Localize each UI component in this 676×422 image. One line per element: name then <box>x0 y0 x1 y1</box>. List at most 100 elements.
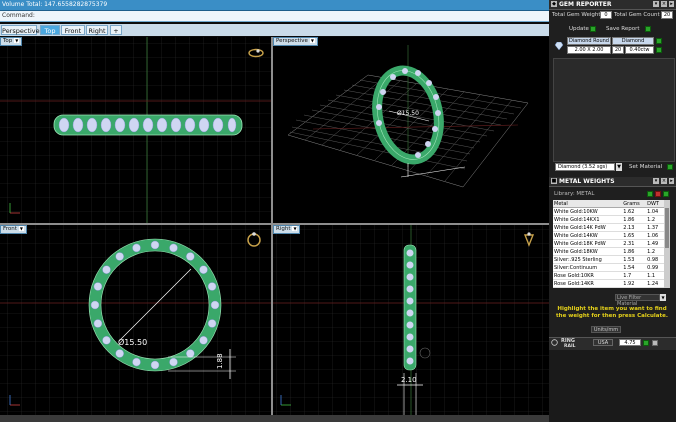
library-label: Library: METAL <box>554 191 595 197</box>
grams-cell: 1.92 <box>622 279 647 288</box>
gem-header-button[interactable] <box>656 38 662 44</box>
col-grams[interactable]: Grams <box>622 200 647 208</box>
metal-weights-table[interactable]: Metal Grams DWT White Gold:10KW 1.62 1.04 W… <box>553 200 664 288</box>
dwt-cell: 1.46 <box>646 287 664 288</box>
metal-weights-title: METAL WEIGHTS <box>559 178 615 185</box>
grams-cell: 1.7 <box>622 271 647 280</box>
chevron-down-icon[interactable]: ▼ <box>616 163 622 171</box>
table-row[interactable]: White Gold:18K PdW 2.31 1.49 <box>553 239 664 248</box>
right-viewport-canvas: 2.10 <box>273 225 549 415</box>
library-add-button[interactable] <box>647 191 653 197</box>
diamond-gem-icon <box>554 41 564 51</box>
col-metal[interactable]: Metal <box>553 200 623 208</box>
table-row[interactable]: Silver:Continuum 1.54 0.99 <box>553 263 664 272</box>
gem-icon: ◆ <box>551 1 557 7</box>
grams-cell: 1.53 <box>622 255 647 264</box>
top-viewport[interactable]: Top ▼ <box>0 37 271 223</box>
total-gem-count-field[interactable]: 20 <box>661 11 673 19</box>
ring-size-apply-button[interactable] <box>643 340 649 346</box>
metal-table-scrollbar[interactable] <box>664 200 670 288</box>
ring-perspective-view: Ø15.50 <box>372 65 466 178</box>
tab-add[interactable]: + <box>110 25 122 35</box>
dwt-cell: 1.1 <box>646 271 664 280</box>
metal-name-cell: Rose Gold:10KR <box>553 271 623 280</box>
viewport-tab-bar: Perspective Top Front Right + <box>0 24 549 36</box>
ring-size-more-button[interactable] <box>652 340 658 346</box>
table-row[interactable]: White Gold:10KW 1.62 1.04 <box>553 207 664 216</box>
tab-front[interactable]: Front <box>61 25 85 35</box>
save-report-label: Save Report <box>606 26 640 32</box>
rail-label: RAIL <box>564 344 576 349</box>
table-row[interactable]: Silver:.925 Sterling 1.53 0.98 <box>553 255 664 264</box>
command-line[interactable]: Command: <box>0 11 549 22</box>
material-filter-select[interactable]: Live Filter Material <box>615 294 660 307</box>
table-row[interactable]: White Gold:14KX1 1.86 1.2 <box>553 215 664 224</box>
region-select[interactable]: USA <box>593 339 613 346</box>
metal-name-cell: Silver:Continuum <box>553 263 623 272</box>
set-material-button[interactable] <box>667 164 673 170</box>
gem-count-cell: 20 <box>612 46 624 54</box>
close-icon[interactable]: × <box>661 1 667 7</box>
tab-right[interactable]: Right <box>86 25 108 35</box>
grams-cell: 1.86 <box>622 247 647 256</box>
top-viewport-canvas <box>0 37 271 223</box>
metal-name-cell: White Gold:10KW <box>553 207 623 216</box>
right-panel: ◆ GEM REPORTER ▾ × ▸ Total Gem Weight 0 … <box>549 0 676 422</box>
library-edit-button[interactable] <box>663 191 669 197</box>
ring-size-field[interactable]: 4.75 <box>619 339 641 346</box>
table-row[interactable]: Rose Gold:14KR 1.92 1.24 <box>553 279 664 288</box>
gem-size-cell: 2.00 X 2.00 <box>567 46 611 54</box>
units-select[interactable]: Units/mm <box>591 326 621 333</box>
table-row[interactable]: White Gold:18KW 1.86 1.2 <box>553 247 664 256</box>
metal-name-cell: Silver:.925 Sterling <box>553 255 623 264</box>
table-row[interactable]: Rose Gold:18KR2.281.46 <box>553 287 664 288</box>
metal-icon: ■ <box>551 178 557 184</box>
chevron-down-icon[interactable]: ▼ <box>292 226 298 231</box>
perspective-viewport[interactable]: Perspective ▼ Ø15.50 <box>273 37 549 223</box>
grams-cell: 2.31 <box>622 239 647 248</box>
close-icon[interactable]: × <box>661 178 667 184</box>
viewport-area: Top ▼ Perspective ▼ Ø15.50 Front ▼ Ø15.5… <box>0 37 549 415</box>
right-viewport[interactable]: Right ▼ 2.10 <box>273 225 549 415</box>
pin-icon[interactable]: ▾ <box>653 1 659 7</box>
chevron-down-icon[interactable]: ▼ <box>660 294 666 301</box>
total-gem-count-label: Total Gem Count <box>614 12 660 18</box>
material-select[interactable]: Diamond (3.52 sgs) <box>555 163 615 171</box>
expand-icon[interactable]: ▸ <box>669 1 674 7</box>
pin-icon[interactable]: ▾ <box>653 178 659 184</box>
right-viewport-label[interactable]: Right ▼ <box>273 225 301 234</box>
tab-top[interactable]: Top <box>40 25 60 35</box>
chevron-down-icon[interactable]: ▼ <box>14 38 20 43</box>
tab-perspective[interactable]: Perspective <box>1 25 40 35</box>
total-gem-weight-label: Total Gem Weight <box>552 12 601 18</box>
dim-thickness-front: 1.88 <box>216 353 224 369</box>
save-report-button[interactable] <box>645 26 651 32</box>
dwt-cell: 1.24 <box>646 279 664 288</box>
dim-diameter-front: Ø15.50 <box>118 337 147 347</box>
perspective-viewport-label[interactable]: Perspective ▼ <box>273 37 318 46</box>
grams-cell: 1.65 <box>622 231 647 240</box>
library-remove-button[interactable] <box>655 191 661 197</box>
update-button[interactable] <box>590 26 596 32</box>
top-viewport-label[interactable]: Top ▼ <box>0 37 23 46</box>
dwt-cell: 0.99 <box>646 263 664 272</box>
set-material-label: Set Material <box>629 164 663 170</box>
metal-name-cell: White Gold:14KX1 <box>553 215 623 224</box>
table-row[interactable]: Rose Gold:10KR 1.7 1.1 <box>553 271 664 280</box>
table-row[interactable]: White Gold:14KW 1.65 1.06 <box>553 231 664 240</box>
front-viewport[interactable]: Front ▼ Ø15.50 1.88 <box>0 225 271 415</box>
table-row[interactable]: White Gold:14K PdW 2.13 1.37 <box>553 223 664 232</box>
chevron-down-icon[interactable]: ▼ <box>309 38 315 43</box>
front-viewport-label[interactable]: Front ▼ <box>0 225 27 234</box>
metal-weights-header: ■ METAL WEIGHTS ▾ × ▸ <box>549 177 676 187</box>
update-label: Update <box>569 26 589 32</box>
status-bar: Volume Total: 147.6558282875379 <box>0 0 549 11</box>
col-dwt[interactable]: DWT <box>646 200 664 208</box>
total-gem-weight-field[interactable]: 0 <box>600 11 612 19</box>
chevron-down-icon[interactable]: ▼ <box>18 226 24 231</box>
gem-shape-header: Diamond Round <box>567 37 611 45</box>
ring-size-icon <box>551 339 558 346</box>
gem-row-button[interactable] <box>656 47 662 53</box>
gem-list-area <box>553 58 675 162</box>
expand-icon[interactable]: ▸ <box>669 178 674 184</box>
